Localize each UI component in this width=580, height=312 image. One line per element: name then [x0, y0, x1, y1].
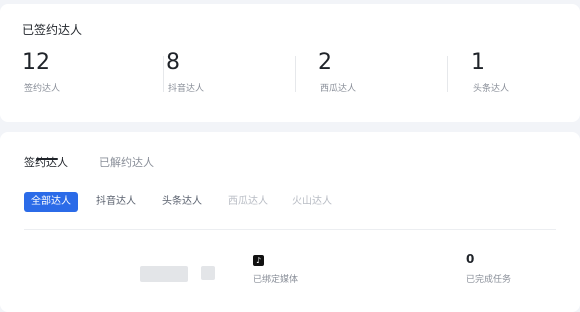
stat-signed[interactable]: 12 签约达人 [22, 50, 164, 100]
stat-signed-label: 签约达人 [24, 84, 61, 94]
completed-tasks-label: 已完成任务 [466, 275, 512, 285]
tab-terminated[interactable]: 已解约达人 [99, 154, 154, 170]
avatar-placeholder [140, 266, 188, 282]
filter-huoshan[interactable]: 火山达人 [292, 192, 332, 212]
filter-xigua[interactable]: 西瓜达人 [228, 192, 268, 212]
name-placeholder [201, 266, 215, 280]
filter-all[interactable]: 全部达人 [24, 192, 78, 212]
stat-douyin-value: 8 [166, 50, 180, 75]
filter-toutiao[interactable]: 头条达人 [162, 192, 202, 212]
filter-douyin[interactable]: 抖音达人 [96, 192, 136, 212]
stat-divider [447, 56, 448, 92]
stat-douyin[interactable]: 8 抖音达人 [166, 50, 306, 100]
signed-influencers-summary-card: 已签约达人 12 签约达人 8 抖音达人 2 西瓜达人 1 头条达人 [0, 4, 580, 122]
stat-xigua-value: 2 [318, 50, 332, 75]
stat-divider [295, 56, 296, 92]
influencer-list-card: 签约达人 已解约达人 全部达人 抖音达人 头条达人 西瓜达人 火山达人 ♪ 已绑… [0, 132, 580, 312]
active-tab-indicator [36, 158, 58, 160]
stat-xigua[interactable]: 2 西瓜达人 [318, 50, 458, 100]
divider [24, 229, 556, 230]
stat-xigua-label: 西瓜达人 [320, 84, 357, 94]
stats-row: 12 签约达人 8 抖音达人 2 西瓜达人 1 头条达人 [0, 50, 580, 100]
stat-douyin-label: 抖音达人 [168, 84, 205, 94]
stat-toutiao-label: 头条达人 [473, 84, 510, 94]
completed-tasks-value: 0 [466, 252, 475, 266]
stat-toutiao-value: 1 [471, 50, 485, 75]
stat-signed-value: 12 [22, 50, 50, 75]
stat-toutiao[interactable]: 1 头条达人 [471, 50, 580, 100]
summary-title: 已签约达人 [22, 23, 83, 37]
stat-divider [163, 56, 164, 92]
tab-signed[interactable]: 签约达人 [24, 154, 68, 170]
list-item[interactable]: ♪ 已绑定媒体 0 已完成任务 [0, 250, 580, 290]
bound-media-label: 已绑定媒体 [253, 275, 299, 285]
tiktok-icon: ♪ [253, 255, 264, 266]
